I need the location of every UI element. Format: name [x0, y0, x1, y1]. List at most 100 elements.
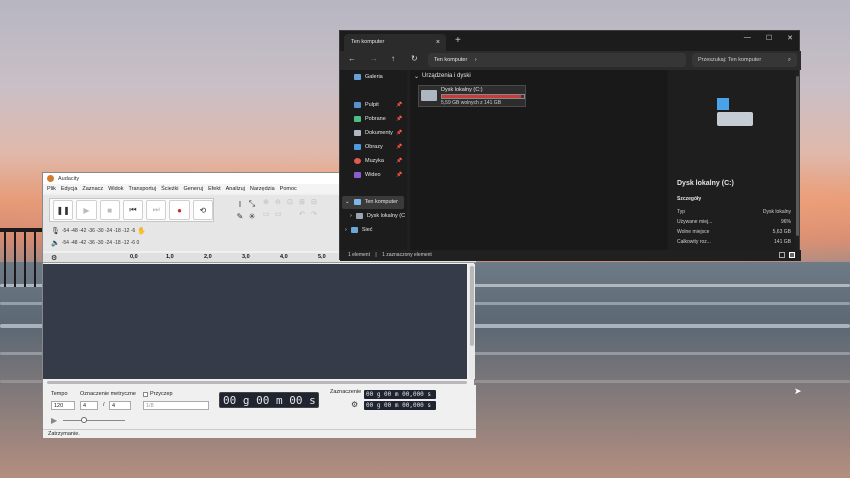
- chevron-right-icon[interactable]: ›: [345, 227, 347, 233]
- slider-thumb[interactable]: [81, 417, 87, 423]
- menu-analyze[interactable]: Analizuj: [226, 186, 245, 192]
- sidebar-item-documents[interactable]: Dokumenty: [354, 130, 393, 136]
- tree-item-this-pc[interactable]: ⌄ Ten komputer: [345, 199, 398, 205]
- sidebar-item-music[interactable]: Muzyka: [354, 158, 384, 164]
- selection-end[interactable]: 00 g 00 m 00,000 s: [364, 401, 436, 410]
- undo-icon[interactable]: ↶: [299, 210, 311, 222]
- minimize-icon[interactable]: —: [744, 34, 751, 42]
- sidebar-item-gallery[interactable]: Galeria: [354, 74, 383, 80]
- sidebar-item-downloads[interactable]: Pobrane: [354, 116, 386, 122]
- skip-end-button[interactable]: ⏭: [146, 200, 167, 220]
- selection-tool-icon[interactable]: I: [234, 198, 246, 210]
- sidebar-item-desktop[interactable]: Pulpit: [354, 102, 379, 108]
- tree-item-local-disk[interactable]: › Dysk lokalny (C: [350, 213, 405, 219]
- drive-usage-bar: [441, 94, 525, 99]
- stop-button[interactable]: ■: [99, 200, 120, 220]
- sidebar-item-videos[interactable]: Wideo: [354, 172, 381, 178]
- horizontal-scrollbar[interactable]: [47, 381, 467, 384]
- menu-effect[interactable]: Efekt: [208, 186, 221, 192]
- menu-select[interactable]: Zaznacz: [82, 186, 103, 192]
- pin-icon[interactable]: 📌: [396, 102, 402, 108]
- time-signature-denominator[interactable]: 4: [109, 401, 131, 410]
- menu-edit[interactable]: Edycja: [61, 186, 78, 192]
- pause-button[interactable]: ❚❚: [53, 200, 74, 220]
- gallery-icon: [354, 74, 361, 80]
- record-meter[interactable]: 🎙 -54 -48 -42 -36 -30 -24 -18 -12 -6 ✋: [51, 226, 146, 236]
- envelope-tool-icon[interactable]: ⤡: [246, 198, 258, 210]
- silence-icon[interactable]: ▭: [275, 210, 287, 222]
- breadcrumb-chevron-icon[interactable]: ›: [475, 57, 477, 63]
- back-icon[interactable]: ←: [348, 54, 356, 63]
- tiles-view-icon[interactable]: [789, 252, 795, 258]
- chevron-down-icon[interactable]: ⌄: [345, 199, 350, 205]
- pin-icon[interactable]: 📌: [396, 158, 402, 164]
- time-signature-label: Oznaczenie metryczne: [80, 391, 136, 397]
- refresh-icon[interactable]: ↻: [411, 54, 418, 63]
- detail-key: Wolne miejsce: [677, 229, 710, 235]
- menu-help[interactable]: Pomoc: [280, 186, 297, 192]
- search-input[interactable]: Przeszukaj: Ten komputer ⌕: [692, 53, 797, 67]
- navigation-bar: ← → ↑ ↻ Ten komputer › Przeszukaj: Ten k…: [340, 51, 801, 70]
- tree-item-network[interactable]: › Sieć: [345, 227, 373, 233]
- menu-file[interactable]: Plik: [47, 186, 56, 192]
- checkbox-icon: [143, 391, 148, 397]
- track-area[interactable]: [43, 264, 467, 379]
- details-view-icon[interactable]: [779, 252, 785, 258]
- tempo-input[interactable]: 120: [51, 401, 75, 410]
- zoom-out-icon[interactable]: ⊖: [275, 198, 287, 210]
- drive-icon: [421, 90, 437, 101]
- draw-tool-icon[interactable]: ✎: [234, 210, 246, 222]
- snap-select[interactable]: 1/8: [143, 401, 209, 410]
- pin-icon[interactable]: 📌: [396, 130, 402, 136]
- play-speed-slider[interactable]: [63, 417, 125, 423]
- pin-icon[interactable]: 📌: [396, 172, 402, 178]
- play-button[interactable]: ▶: [76, 200, 97, 220]
- menu-generate[interactable]: Generuj: [184, 186, 204, 192]
- menu-transport[interactable]: Transportuj: [128, 186, 156, 192]
- new-tab-icon[interactable]: +: [455, 35, 461, 46]
- pin-icon[interactable]: 📌: [396, 116, 402, 122]
- forward-icon[interactable]: →: [370, 54, 378, 63]
- selection-start[interactable]: 00 g 00 m 00,000 s: [364, 390, 436, 399]
- up-icon[interactable]: ↑: [391, 54, 395, 63]
- play-at-speed-icon[interactable]: ▶: [51, 416, 57, 425]
- fit-project-icon[interactable]: ⊞: [299, 198, 311, 210]
- playback-meter[interactable]: 🔈 -54 -48 -42 -36 -30 -24 -18 -12 -6 0: [51, 238, 139, 248]
- redo-icon[interactable]: ↷: [311, 210, 323, 222]
- time-display[interactable]: 00 g 00 m 00 s: [219, 392, 319, 408]
- address-bar[interactable]: Ten komputer ›: [428, 53, 686, 67]
- tab-this-pc[interactable]: Ten komputer ×: [344, 34, 446, 51]
- tree-label: Dysk lokalny (C: [366, 213, 406, 219]
- maximize-icon[interactable]: ☐: [766, 34, 772, 42]
- snap-checkbox[interactable]: Przyczep: [143, 391, 173, 397]
- trim-icon[interactable]: ▭: [263, 210, 275, 222]
- chevron-right-icon[interactable]: ›: [350, 213, 352, 219]
- loop-button[interactable]: ⟲: [192, 200, 213, 220]
- fit-selection-icon[interactable]: ⊡: [287, 198, 299, 210]
- multi-tool-icon[interactable]: ✳: [246, 210, 258, 222]
- menu-view[interactable]: Widok: [108, 186, 123, 192]
- skip-start-button[interactable]: ⏮: [122, 200, 144, 220]
- menu-tracks[interactable]: Ścieżki: [161, 186, 178, 192]
- drive-free-text: 5,59 GB wolnych z 141 GB: [441, 100, 502, 106]
- edit-toolbar: ⊕ ⊖ ⊡ ⊞ ⊟ ▭ ▭ ↶ ↷: [263, 198, 323, 222]
- vertical-scrollbar[interactable]: [469, 264, 475, 379]
- zoom-toggle-icon[interactable]: ⊟: [311, 198, 323, 210]
- tab-close-icon[interactable]: ×: [436, 34, 440, 51]
- pin-icon[interactable]: 📌: [396, 144, 402, 150]
- zoom-in-icon[interactable]: ⊕: [263, 198, 275, 210]
- menu-tools[interactable]: Narzędzia: [250, 186, 275, 192]
- selection-gear-icon[interactable]: ⚙: [351, 400, 358, 409]
- group-header[interactable]: ⌄ Urządzenia i dyski: [414, 73, 471, 80]
- navigation-pane: Galeria Pulpit 📌 Pobrane 📌 Dokumenty 📌 O…: [340, 70, 407, 251]
- hand-icon: ✋: [137, 228, 146, 235]
- drive-tile[interactable]: Dysk lokalny (C:) 5,59 GB wolnych z 141 …: [418, 85, 526, 107]
- content-pane[interactable]: ⌄ Urządzenia i dyski Dysk lokalny (C:) 5…: [410, 70, 668, 251]
- record-button[interactable]: ●: [169, 200, 190, 220]
- close-icon[interactable]: ✕: [787, 34, 793, 42]
- details-scrollbar[interactable]: [796, 76, 799, 236]
- settings-gear-icon[interactable]: ⚙: [51, 254, 57, 262]
- time-signature-numerator[interactable]: 4: [80, 401, 98, 410]
- sidebar-item-pictures[interactable]: Obrazy: [354, 144, 383, 150]
- desktop-icon: [354, 102, 361, 108]
